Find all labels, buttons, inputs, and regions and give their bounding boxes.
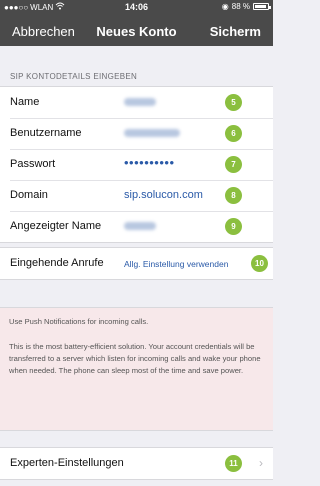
- incoming-calls-row[interactable]: Eingehende Anrufe Allg. Einstellung verw…: [0, 248, 273, 279]
- display-name-row[interactable]: Angezeigter Name 9: [0, 211, 273, 242]
- battery-icon: [253, 3, 271, 10]
- step-badge: 9: [225, 218, 242, 235]
- domain-row[interactable]: Domain sip.solucon.com 8: [0, 180, 273, 211]
- battery-percent: 88 %: [231, 2, 250, 11]
- expert-settings-row[interactable]: Experten-Einstellungen 11 ›: [0, 448, 273, 479]
- username-label: Benutzername: [10, 127, 82, 139]
- expert-settings-group: Experten-Einstellungen 11 ›: [0, 447, 273, 480]
- top-bar: ●●●○○ WLAN 14:06 ◉ 88 % Abbrechen Neues …: [0, 0, 273, 46]
- password-row[interactable]: Passwort •••••••••• 7: [0, 149, 273, 180]
- display-name-label: Angezeigter Name: [10, 220, 102, 232]
- incoming-calls-label: Eingehende Anrufe: [10, 257, 104, 269]
- name-value-blurred[interactable]: [124, 98, 156, 106]
- expert-settings-label: Experten-Einstellungen: [10, 457, 124, 469]
- password-label: Passwort: [10, 158, 56, 170]
- section-header: SIP KONTODETAILS EINGEBEN: [10, 72, 138, 81]
- password-field[interactable]: ••••••••••: [124, 155, 175, 170]
- step-badge: 6: [225, 125, 242, 142]
- username-row[interactable]: Benutzername 6: [0, 118, 273, 149]
- navigation-bar: Abbrechen Neues Konto Sicherm: [0, 16, 273, 46]
- domain-field[interactable]: sip.solucon.com: [124, 189, 203, 201]
- username-value-blurred[interactable]: [124, 129, 180, 137]
- step-badge: 10: [251, 255, 268, 272]
- name-label: Name: [10, 96, 40, 108]
- chevron-right-icon: ›: [259, 456, 263, 470]
- push-info-description: This is the most battery-efficient solut…: [9, 342, 261, 375]
- step-badge: 8: [225, 187, 242, 204]
- domain-label: Domain: [10, 189, 48, 201]
- location-icon: ◉: [221, 2, 229, 11]
- step-badge: 11: [225, 455, 242, 472]
- step-badge: 5: [225, 94, 242, 111]
- account-details-group: Name 5 Benutzername 6 Passwort •••••••••…: [0, 86, 273, 243]
- push-info-panel: Use Push Notifications for incoming call…: [0, 307, 273, 431]
- name-row[interactable]: Name 5: [0, 87, 273, 118]
- status-bar: ●●●○○ WLAN 14:06 ◉ 88 %: [0, 0, 273, 14]
- incoming-calls-value[interactable]: Allg. Einstellung verwenden: [124, 259, 228, 269]
- save-button[interactable]: Sicherm: [210, 24, 261, 39]
- step-badge: 7: [225, 156, 242, 173]
- display-name-value-blurred[interactable]: [124, 222, 156, 230]
- push-info-title: Use Push Notifications for incoming call…: [9, 317, 149, 326]
- status-right: ◉ 88 %: [221, 2, 271, 11]
- incoming-calls-group: Eingehende Anrufe Allg. Einstellung verw…: [0, 247, 273, 280]
